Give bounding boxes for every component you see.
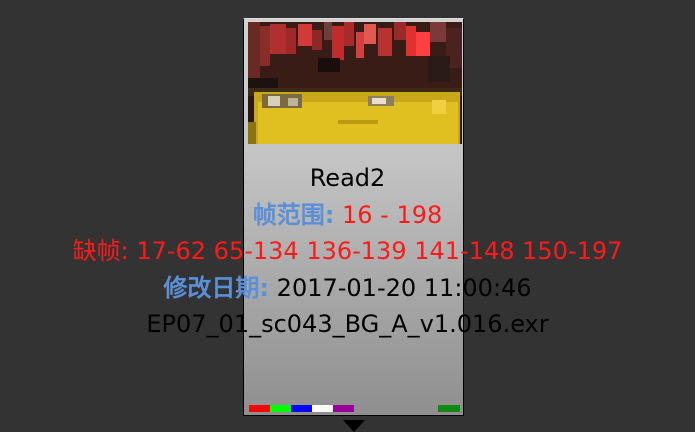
node-labels: Read2 帧范围: 16 - 198 缺帧: 17-62 65-134 136… [0, 160, 695, 343]
frame-range-value: 16 - 198 [341, 200, 443, 229]
channel-swatches [249, 405, 354, 412]
modified-date-value: 2017-01-20 11:00:46 [276, 273, 532, 302]
node-thumbnail [248, 22, 462, 144]
frame-range-line: 帧范围: 16 - 198 [0, 197, 695, 234]
node-graph-canvas[interactable]: Read2 帧范围: 16 - 198 缺帧: 17-62 65-134 136… [0, 0, 695, 432]
modified-date-line: 修改日期: 2017-01-20 11:00:46 [0, 270, 695, 307]
channel-swatch-red [249, 405, 270, 412]
triangle-down-icon[interactable] [343, 420, 365, 432]
missing-frames-value: 17-62 65-134 136-139 141-148 150-197 [136, 237, 623, 265]
missing-frames-label: 缺帧: [72, 237, 129, 265]
frame-range-label: 帧范围: [252, 200, 335, 229]
channel-swatch-white [312, 405, 333, 412]
file-name: EP07_01_sc043_BG_A_v1.016.exr [146, 310, 549, 338]
channel-swatch-green [270, 405, 291, 412]
channel-swatch-right [438, 405, 460, 412]
modified-date-label: 修改日期: [163, 273, 270, 302]
channel-swatch-purple [333, 405, 354, 412]
node-name: Read2 [309, 164, 386, 192]
missing-frames-line: 缺帧: 17-62 65-134 136-139 141-148 150-197 [0, 233, 695, 270]
channel-swatch-blue [291, 405, 312, 412]
